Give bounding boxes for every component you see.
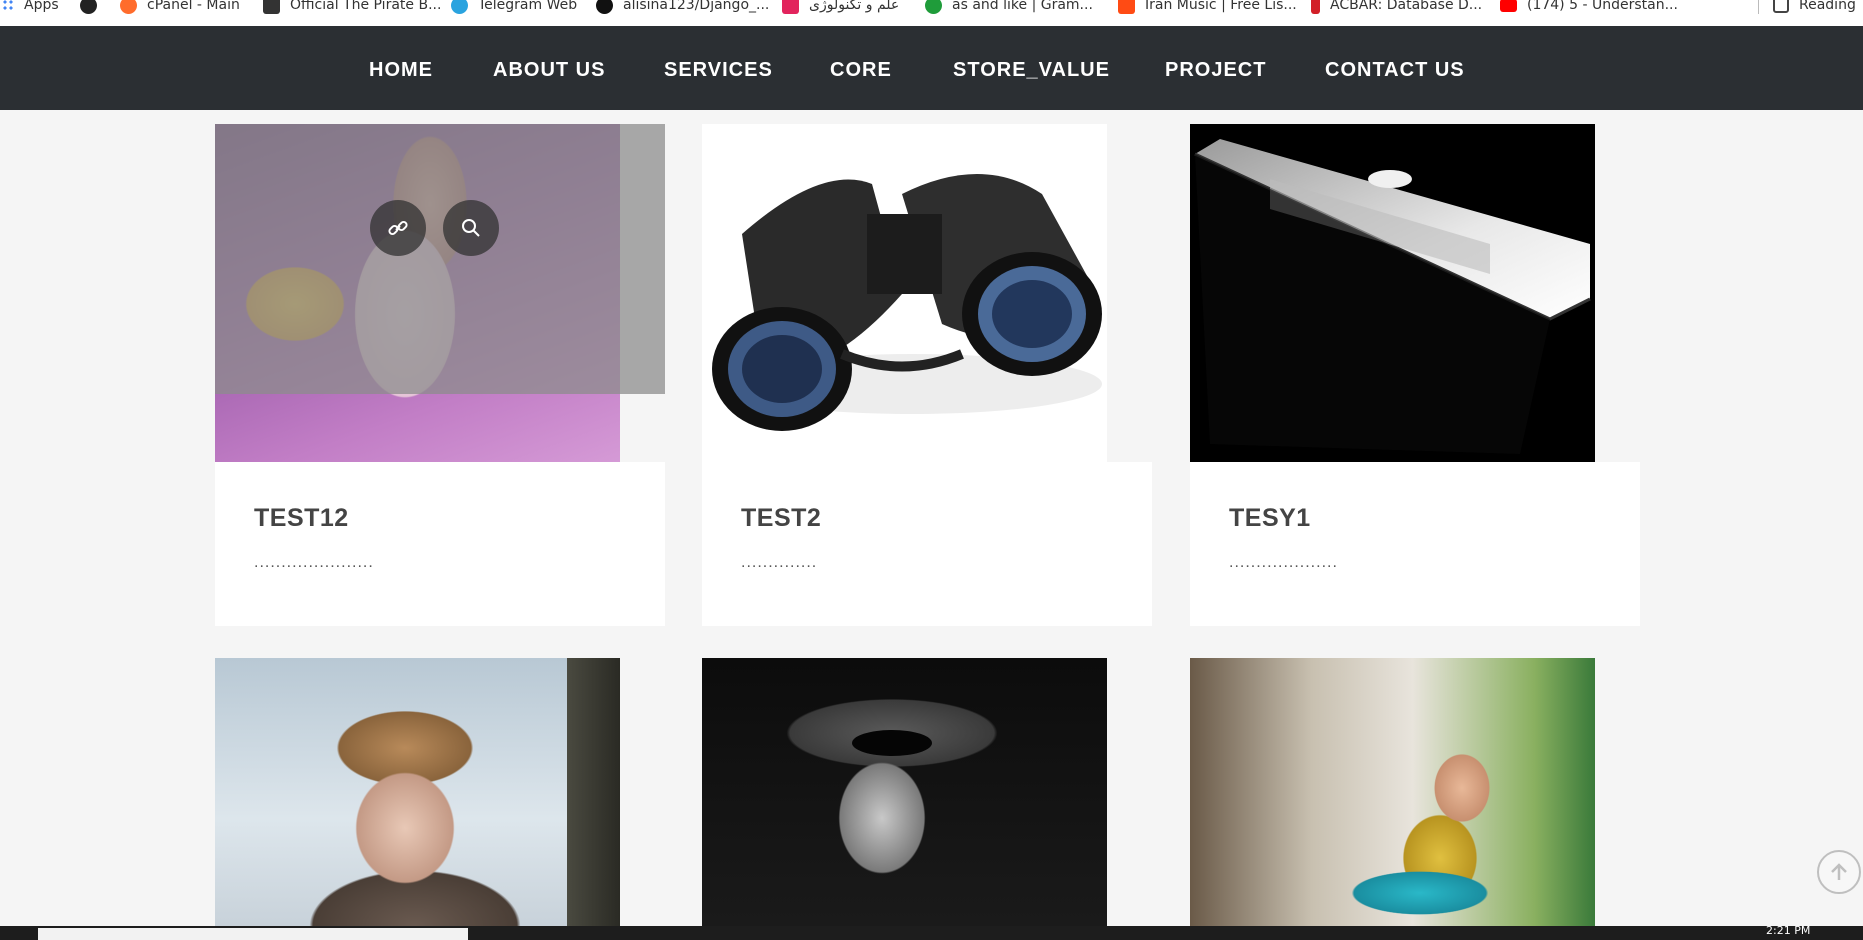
taskbar-clock: 2:21 PM: [1766, 924, 1811, 937]
bookmark-science[interactable]: علم و تکنولوژی: [782, 0, 899, 15]
youtube-icon: [1500, 0, 1517, 12]
card-description: ......................: [254, 554, 374, 571]
woman-guitar-photo[interactable]: [1190, 658, 1595, 926]
bookmark-cpanel[interactable]: cPanel - Main: [120, 0, 240, 15]
card-description: ..............: [741, 554, 818, 571]
link-icon: [388, 220, 408, 236]
laptop-photo[interactable]: [1190, 124, 1595, 462]
os-taskbar: 2:21 PM: [0, 924, 1863, 940]
pirate-ship-icon: [263, 0, 280, 14]
nav-services[interactable]: SERVICES: [664, 59, 773, 82]
taskbar-search[interactable]: [38, 928, 468, 940]
bookmark-label: ACBAR: Database D...: [1330, 0, 1483, 13]
nav-core[interactable]: CORE: [830, 59, 892, 82]
card-info: TEST12 ......................: [215, 462, 665, 626]
telegram-icon: [451, 0, 468, 14]
nav-home[interactable]: HOME: [369, 59, 433, 82]
bookmark-github[interactable]: alisina123/Django_...: [596, 0, 769, 15]
woman-fur-hat-photo[interactable]: [215, 658, 620, 926]
scroll-to-top-button[interactable]: [1817, 850, 1861, 894]
link-button[interactable]: [370, 200, 426, 256]
bookmark-label: as and like | Gram...: [952, 0, 1093, 13]
bookmark-telegram[interactable]: Telegram Web: [451, 0, 577, 15]
card-title[interactable]: TEST12: [254, 504, 349, 533]
nav-project[interactable]: PROJECT: [1165, 59, 1266, 82]
acbar-icon: [1311, 0, 1320, 14]
github-icon: [596, 0, 613, 14]
search-icon: [462, 219, 480, 237]
bookmark-globe[interactable]: [80, 0, 107, 15]
bookmark-acbar[interactable]: ACBAR: Database D...: [1311, 0, 1482, 15]
binoculars-graphic: [712, 174, 1102, 431]
nav-contact-us[interactable]: CONTACT US: [1325, 59, 1465, 82]
apps-grid-icon: [2, 0, 14, 11]
bookmarks-divider: [1758, 0, 1759, 14]
bookmark-apps[interactable]: Apps: [2, 0, 59, 15]
hover-overlay: [215, 124, 665, 394]
globe-icon: [80, 0, 97, 14]
sunglasses: [852, 730, 932, 756]
cpanel-icon: [120, 0, 137, 14]
bookmark-label: cPanel - Main: [147, 0, 240, 13]
dice-icon: [782, 0, 799, 14]
bookmark-label: (174) 5 - Understan...: [1527, 0, 1678, 13]
bookmark-gram[interactable]: as and like | Gram...: [925, 0, 1093, 15]
card-title[interactable]: TESY1: [1229, 504, 1311, 533]
bookmark-label: علم و تکنولوژی: [809, 0, 900, 13]
woman-hat-sunglasses-photo[interactable]: [702, 658, 1107, 926]
card-title[interactable]: TEST2: [741, 504, 821, 533]
bookmark-iranmusic[interactable]: Iran Music | Free Lis...: [1118, 0, 1297, 15]
bookmark-label: Official The Pirate B...: [290, 0, 442, 13]
bookmark-label: Telegram Web: [478, 0, 578, 13]
tree-trunk: [567, 658, 620, 926]
zoom-button[interactable]: [443, 200, 499, 256]
reading-list[interactable]: Reading: [1773, 0, 1856, 15]
bookmark-youtube[interactable]: (174) 5 - Understan...: [1500, 0, 1678, 15]
card-info: TEST2 ..............: [702, 462, 1152, 626]
bookmark-piratebay[interactable]: Official The Pirate B...: [263, 0, 441, 15]
bookmarks-bar: Apps cPanel - Main Official The Pirate B…: [0, 0, 1863, 26]
bookmark-label: Reading: [1799, 0, 1856, 13]
main-navigation: HOME ABOUT US SERVICES CORE STORE_VALUE …: [0, 26, 1863, 110]
binoculars-photo[interactable]: [702, 124, 1107, 462]
nav-about-us[interactable]: ABOUT US: [493, 59, 605, 82]
clover-icon: [925, 0, 942, 14]
bookmark-label: alisina123/Django_...: [623, 0, 770, 13]
card-info: TESY1 ....................: [1190, 462, 1640, 626]
nav-store-value[interactable]: STORE_VALUE: [953, 59, 1110, 82]
reading-list-icon: [1773, 0, 1789, 13]
bookmark-label: Iran Music | Free Lis...: [1145, 0, 1297, 13]
music-icon: [1118, 0, 1135, 14]
arrow-up-icon: [1831, 863, 1847, 880]
bookmark-label: Apps: [24, 0, 59, 13]
card-description: ....................: [1229, 554, 1338, 571]
laptop-graphic: [1194, 139, 1591, 454]
